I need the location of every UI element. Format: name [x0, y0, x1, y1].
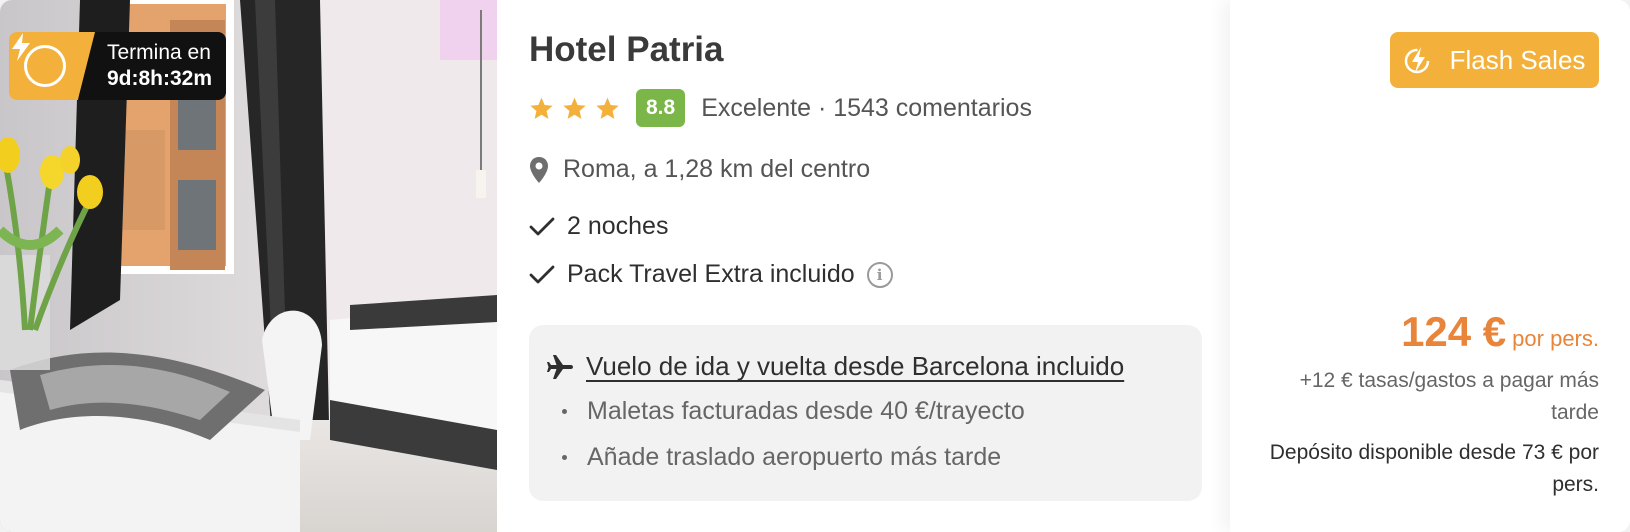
- hotel-stars: [529, 96, 620, 121]
- review-score-badge: 8.8: [636, 89, 686, 127]
- star-icon: [530, 97, 553, 119]
- timer-label: Termina en: [107, 41, 211, 64]
- feature-nights: 2 noches: [529, 212, 668, 241]
- flash-clock-icon: [1404, 47, 1429, 74]
- hotel-location[interactable]: Roma, a 1,28 km del centro: [529, 155, 870, 184]
- flight-detail-item: Maletas facturadas desde 40 €/trayecto: [562, 397, 1025, 426]
- map-pin-icon: [530, 156, 548, 183]
- flight-included-box: Vuelo de ida y vuelta desde Barcelona in…: [529, 325, 1202, 501]
- flash-sales-label: Flash Sales: [1449, 44, 1586, 75]
- flash-clock-icon: [12, 33, 66, 87]
- flight-title-link[interactable]: Vuelo de ida y vuelta desde Barcelona in…: [546, 351, 1124, 382]
- star-icon: [563, 97, 586, 119]
- flight-title: Vuelo de ida y vuelta desde Barcelona in…: [586, 351, 1125, 381]
- flight-detail-item: Añade traslado aeropuerto más tarde: [562, 443, 1001, 472]
- feature-label: Pack Travel Extra incluido: [567, 260, 855, 288]
- bullet-icon: [562, 409, 567, 414]
- flash-timer-badge: Termina en 9d:8h:32m: [9, 32, 227, 100]
- extra-fees-note: +12 € tasas/gastos a pagar más tarde: [1299, 369, 1599, 424]
- price-unit: por pers.: [1512, 326, 1599, 351]
- flash-sales-badge[interactable]: Flash Sales: [1390, 32, 1599, 88]
- flash-timer-text: Termina en 9d:8h:32m: [79, 32, 227, 100]
- bullet-icon: [562, 455, 567, 460]
- flight-detail-text: Añade traslado aeropuerto más tarde: [587, 443, 1002, 471]
- review-summary[interactable]: Excelente · 1543 comentarios: [701, 94, 1032, 123]
- flight-detail-text: Maletas facturadas desde 40 €/trayecto: [587, 397, 1025, 425]
- price-column: Flash Sales 124 € por pers. +12 € tasas/…: [1230, 0, 1630, 532]
- check-icon: [529, 217, 555, 235]
- location-text: Roma, a 1,28 km del centro: [563, 155, 871, 183]
- price-value: 124 €: [1401, 308, 1507, 355]
- feature-label: 2 noches: [567, 212, 669, 240]
- deposit-note: Depósito disponible desde 73 € por pers.: [1269, 441, 1599, 496]
- price-line: 124 € por pers.: [1401, 308, 1599, 356]
- plane-icon: [547, 354, 573, 379]
- timer-countdown: 9d:8h:32m: [107, 67, 213, 90]
- rating-row: 8.8 Excelente · 1543 comentarios: [529, 88, 1032, 128]
- star-icon: [596, 97, 619, 119]
- hotel-name[interactable]: Hotel Patria: [529, 30, 724, 70]
- hotel-offer-card[interactable]: Termina en 9d:8h:32m Hotel Patria 8.8 Ex…: [0, 0, 1630, 532]
- check-icon: [529, 265, 555, 283]
- hotel-photo[interactable]: Termina en 9d:8h:32m: [0, 0, 497, 532]
- feature-pack-travel-extra: Pack Travel Extra incluido i: [529, 260, 893, 289]
- info-icon[interactable]: i: [866, 261, 893, 288]
